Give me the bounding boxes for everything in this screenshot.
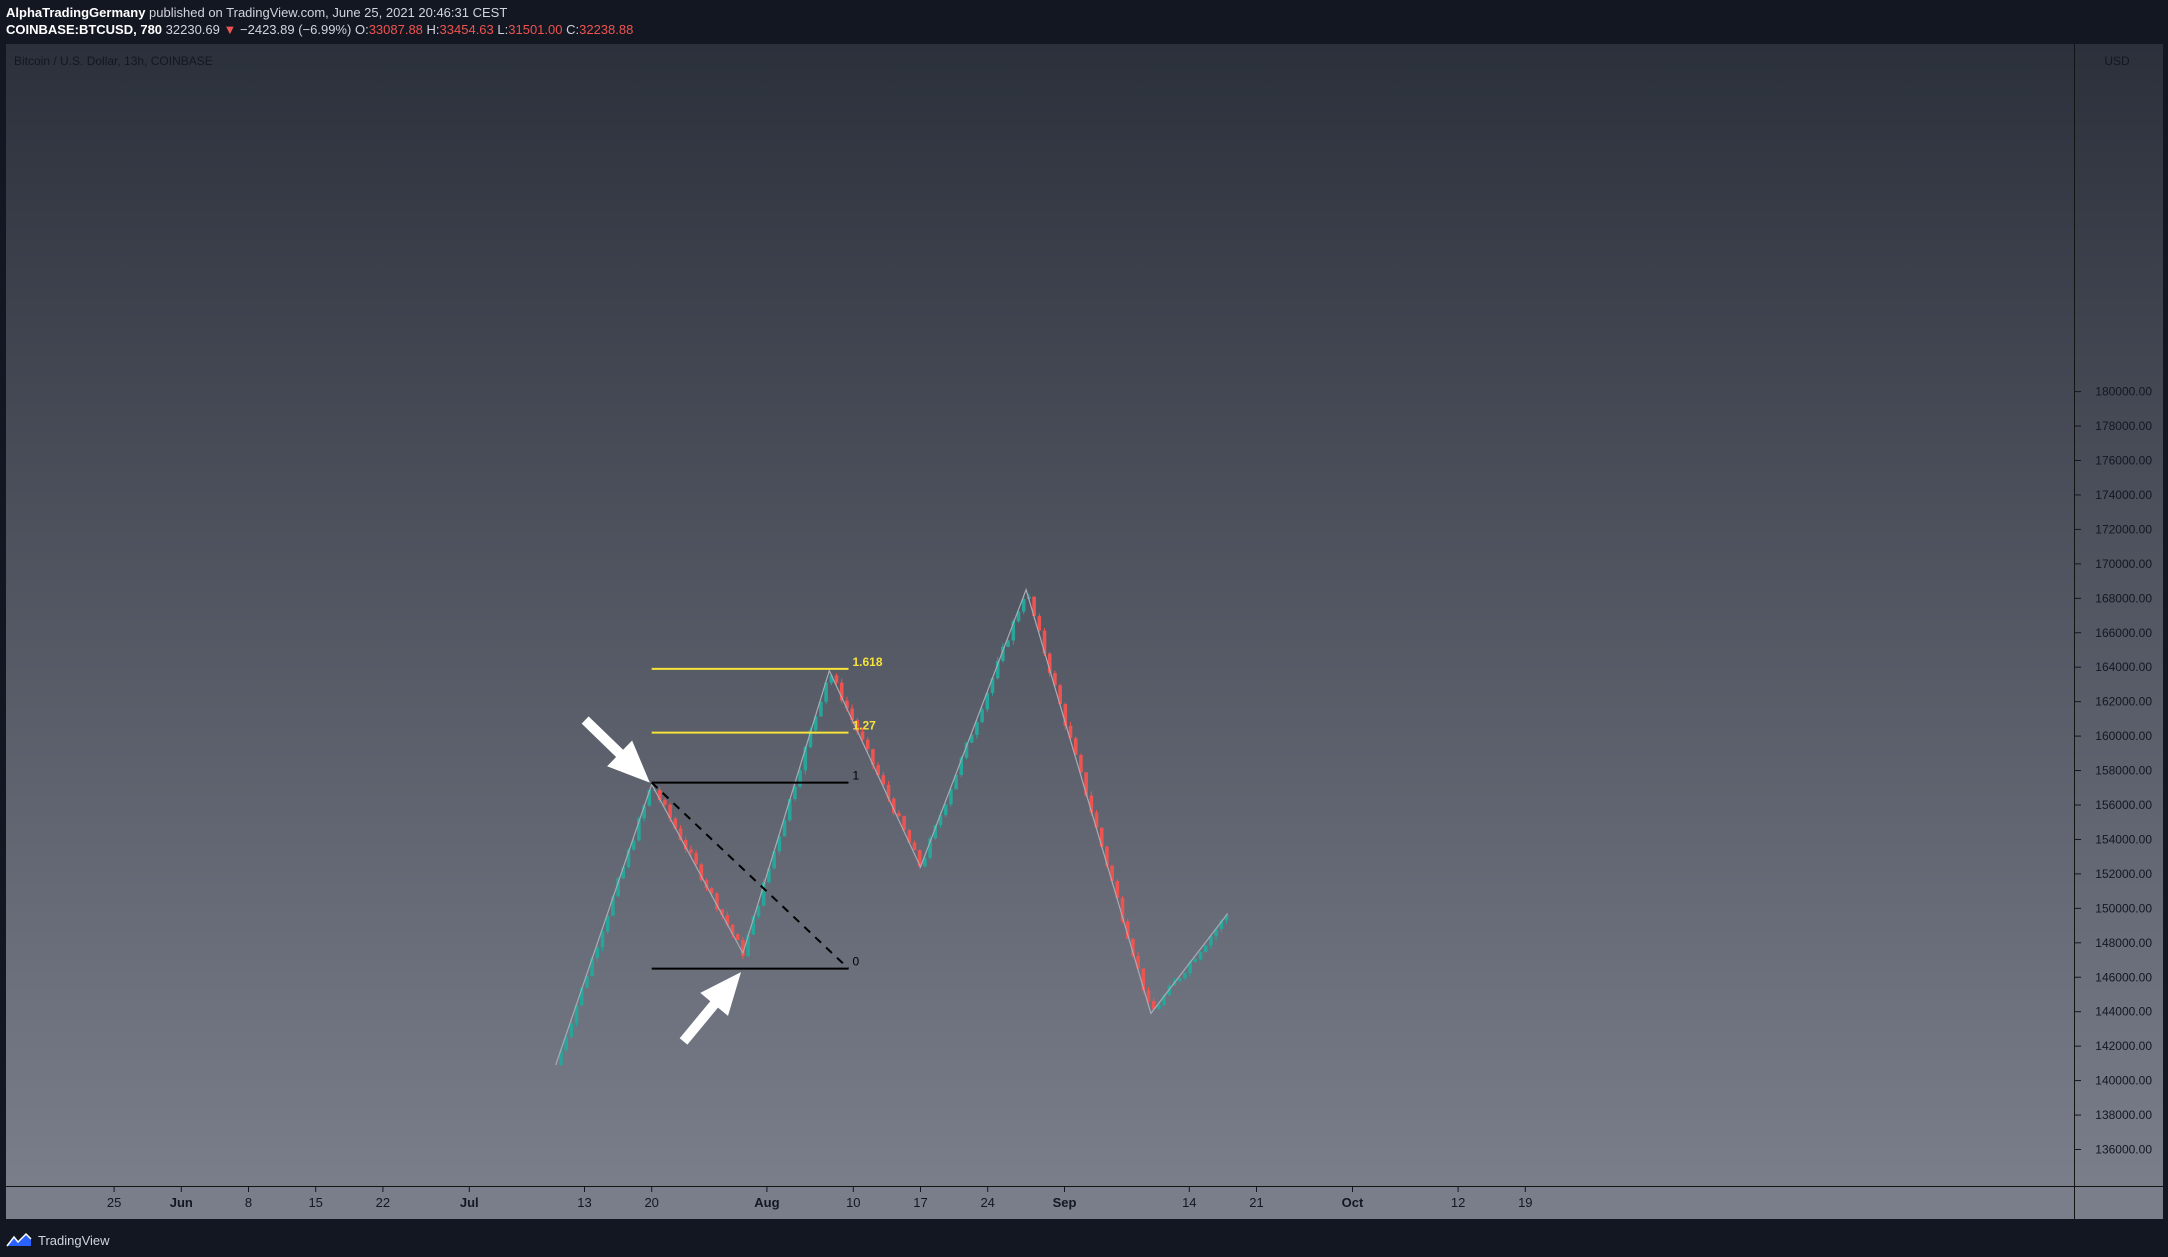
time-tick-label: Aug <box>754 1195 779 1210</box>
price-tick-label: 148000.00 <box>2095 936 2152 950</box>
close-value: 32238.88 <box>579 22 634 37</box>
last-price: 32230.69 <box>165 22 220 37</box>
tradingview-brand[interactable]: TradingView <box>6 1232 110 1248</box>
price-tick-label: 170000.00 <box>2095 557 2152 571</box>
price-tick-label: 174000.00 <box>2095 488 2152 502</box>
candle-body <box>663 799 667 805</box>
ohlc-info: COINBASE:BTCUSD, 780 32230.69 ▼ −2423.89… <box>6 22 633 37</box>
time-tick-label: 12 <box>1451 1195 1465 1210</box>
ticker-symbol: COINBASE:BTCUSD, 780 <box>6 22 163 37</box>
time-tick-label: 14 <box>1182 1195 1196 1210</box>
fib-level-label: 1.618 <box>853 655 883 669</box>
close-label: C: <box>566 22 580 37</box>
candle-body <box>689 849 693 853</box>
time-tick-label: 21 <box>1249 1195 1263 1210</box>
price-tick-label: 140000.00 <box>2095 1074 2152 1088</box>
tradingview-logo-icon <box>6 1232 32 1247</box>
candle-body <box>975 722 979 735</box>
candle-body <box>865 739 870 750</box>
candle-body <box>569 1023 574 1037</box>
candle-body <box>798 770 802 787</box>
price-tick-label: 162000.00 <box>2095 695 2152 709</box>
low-value: 31501.00 <box>508 22 563 37</box>
candle-body <box>1203 945 1208 952</box>
low-label: L: <box>497 22 509 37</box>
time-tick-label: 25 <box>107 1195 121 1210</box>
time-tick-label: 22 <box>376 1195 390 1210</box>
price-unit: USD <box>2104 54 2130 68</box>
time-tick-label: 17 <box>913 1195 927 1210</box>
high-value: 33454.63 <box>439 22 494 37</box>
chart-title: Bitcoin / U.S. Dollar, 13h, COINBASE <box>14 54 213 68</box>
high-label: H: <box>426 22 440 37</box>
candle-body <box>694 852 698 865</box>
price-tick-label: 142000.00 <box>2095 1039 2152 1053</box>
tradingview-chart-page: AlphaTradingGermany published on Trading… <box>0 0 2168 1257</box>
down-triangle-icon: ▼ <box>223 22 237 37</box>
price-tick-label: 168000.00 <box>2095 591 2152 605</box>
brand-label: TradingView <box>38 1232 110 1248</box>
candle-body <box>600 931 605 948</box>
time-tick-label: Oct <box>1342 1195 1364 1210</box>
price-tick-label: 144000.00 <box>2095 1005 2152 1019</box>
price-tick-label: 180000.00 <box>2095 385 2152 399</box>
price-tick-label: 166000.00 <box>2095 626 2152 640</box>
time-tick-label: Jul <box>460 1195 479 1210</box>
fib-level-label: 1 <box>853 769 860 783</box>
time-tick-label: 19 <box>1518 1195 1532 1210</box>
open-value: 33087.88 <box>368 22 423 37</box>
candle-body <box>1183 973 1187 979</box>
chart-footer: TradingView <box>0 1224 2168 1257</box>
price-tick-label: 150000.00 <box>2095 901 2152 915</box>
price-tick-label: 158000.00 <box>2095 764 2152 778</box>
time-tick-label: 13 <box>577 1195 591 1210</box>
time-tick-label: Jun <box>170 1195 193 1210</box>
price-tick-label: 178000.00 <box>2095 419 2152 433</box>
candle-body <box>943 804 948 816</box>
candle-body <box>1193 959 1198 963</box>
axis-corner <box>2075 1187 2163 1219</box>
price-tick-label: 138000.00 <box>2095 1108 2152 1122</box>
time-tick-label: 24 <box>980 1195 994 1210</box>
author-name[interactable]: AlphaTradingGermany <box>6 5 145 20</box>
price-change: −2423.89 (−6.99%) <box>240 22 352 37</box>
price-tick-label: 164000.00 <box>2095 660 2152 674</box>
price-chart[interactable]: Bitcoin / U.S. Dollar, 13h, COINBASE USD… <box>0 42 2168 1224</box>
price-tick-label: 154000.00 <box>2095 832 2152 846</box>
candle-body <box>1177 978 1182 982</box>
candle-body <box>980 709 984 723</box>
candle-body <box>897 813 901 817</box>
open-label: O: <box>354 22 369 37</box>
time-tick-label: 20 <box>644 1195 658 1210</box>
fib-level-label: 1.27 <box>853 719 877 733</box>
candle-body <box>735 934 740 941</box>
publish-info: AlphaTradingGermany published on Trading… <box>6 5 507 20</box>
plot-area[interactable] <box>6 44 2074 1186</box>
chart-header: AlphaTradingGermany published on Trading… <box>0 0 2168 42</box>
price-tick-label: 176000.00 <box>2095 454 2152 468</box>
published-text: published on TradingView.com, June 25, 2… <box>149 5 508 20</box>
price-tick-label: 152000.00 <box>2095 867 2152 881</box>
price-tick-label: 160000.00 <box>2095 729 2152 743</box>
candle-body <box>1198 951 1203 960</box>
time-tick-label: Sep <box>1053 1195 1077 1210</box>
price-tick-label: 172000.00 <box>2095 522 2152 536</box>
fib-level-label: 0 <box>853 955 860 969</box>
time-tick-label: 8 <box>245 1195 252 1210</box>
price-tick-label: 136000.00 <box>2095 1143 2152 1157</box>
price-tick-label: 156000.00 <box>2095 798 2152 812</box>
time-tick-label: 15 <box>308 1195 322 1210</box>
time-tick-label: 10 <box>846 1195 860 1210</box>
candle-body <box>834 675 839 683</box>
candle-body <box>912 842 917 851</box>
price-tick-label: 146000.00 <box>2095 970 2152 984</box>
